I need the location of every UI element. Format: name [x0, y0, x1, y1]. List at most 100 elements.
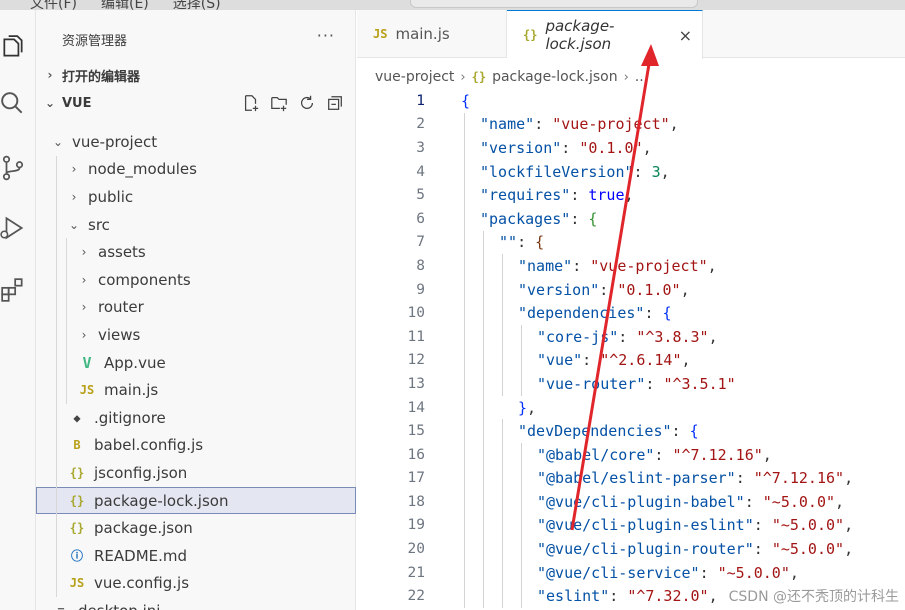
file-item[interactable]: {} package.json — [36, 514, 356, 542]
indent-guide — [464, 560, 465, 585]
line-number: 22 — [407, 588, 425, 605]
folder-item[interactable]: › components — [36, 265, 356, 294]
more-actions-button[interactable]: ··· — [317, 26, 335, 45]
file-item[interactable]: {} package-lock.json — [36, 486, 356, 515]
code-text: "@babel/eslint-parser": "^7.12.16", — [537, 469, 854, 488]
folder-item[interactable]: ⌄ src — [36, 210, 356, 239]
file-item[interactable]: {} jsconfig.json — [36, 459, 356, 487]
code-line: 16 "@babel/core": "^7.12.16", — [357, 442, 905, 467]
babel-icon: B — [73, 438, 81, 453]
indent-guide — [521, 560, 522, 585]
indent-guide — [502, 513, 503, 538]
tree-item-label: App.vue — [104, 353, 166, 372]
indent-guide — [483, 230, 484, 255]
open-editors-section[interactable]: › 打开的编辑器 — [36, 62, 356, 88]
close-icon[interactable]: × — [679, 26, 692, 45]
indent-guide — [521, 490, 522, 514]
indent-guide — [502, 277, 503, 302]
folder-item[interactable]: › node_modules — [36, 155, 356, 184]
code-line: 9 "version": "0.1.0", — [357, 277, 905, 302]
breadcrumb-more[interactable]: ... — [635, 69, 648, 85]
indent-guide — [521, 584, 522, 609]
indent-guide — [464, 277, 465, 302]
tab-main-js[interactable]: JS main.js — [357, 10, 507, 58]
file-tree: ⌄ vue-project › node_modules › public ⌄ src › ass… — [36, 128, 356, 610]
menu-edit[interactable]: 编辑(E) — [101, 0, 149, 10]
file-item[interactable]: JS vue.config.js — [36, 569, 356, 598]
json-file-icon: {} — [523, 28, 538, 42]
indent-guide — [521, 442, 522, 467]
new-file-icon[interactable] — [242, 94, 260, 112]
menu-selection[interactable]: 选择(S) — [173, 0, 221, 10]
folder-item[interactable]: › assets — [36, 238, 356, 266]
menu-file[interactable]: 文件(F) — [30, 0, 77, 10]
refresh-icon[interactable] — [298, 94, 316, 112]
collapse-all-icon[interactable] — [326, 94, 344, 112]
tab-package-lock-json[interactable]: {} package-lock.json × — [507, 10, 703, 59]
indent-guide — [464, 442, 465, 467]
code-line: 21 "@vue/cli-service": "~5.0.0", — [357, 560, 905, 585]
folder-item[interactable]: › router — [36, 293, 356, 322]
indent-guide — [464, 254, 465, 278]
chevron-right-icon: › — [81, 327, 87, 342]
indent-guide — [56, 431, 57, 460]
file-item[interactable]: ◆ .gitignore — [36, 403, 356, 432]
code-text: "eslint": "^7.32.0", — [537, 587, 718, 606]
indent-guide — [502, 490, 503, 514]
indent-guide — [66, 265, 67, 294]
extensions-activity[interactable] — [0, 272, 30, 308]
command-center[interactable] — [410, 0, 698, 8]
vue-file-icon: V — [82, 353, 92, 372]
file-item[interactable]: Bbabel.config.js — [36, 431, 356, 460]
tree-item-label: babel.config.js — [94, 436, 204, 455]
indent-guide — [483, 560, 484, 585]
search-activity[interactable] — [0, 86, 30, 122]
indent-guide — [56, 569, 57, 598]
line-number: 19 — [407, 517, 425, 534]
indent-guide — [483, 537, 484, 561]
chevron-right-icon: › — [460, 69, 466, 85]
line-number: 14 — [407, 399, 425, 416]
indent-guide — [66, 348, 67, 377]
line-number: 5 — [416, 187, 425, 204]
line-number: 13 — [407, 375, 425, 392]
indent-guide — [502, 466, 503, 491]
json-file-icon: {} — [69, 493, 85, 508]
files-icon — [3, 35, 23, 57]
tree-item-label: desktop.ini — [78, 602, 160, 610]
tab-label: package-lock.json — [545, 17, 615, 53]
new-folder-icon[interactable] — [270, 94, 288, 112]
folder-item[interactable]: ⌄ vue-project — [36, 128, 356, 156]
explorer-activity[interactable] — [0, 30, 30, 66]
code-line: 13 "vue-router": "^3.5.1" — [357, 372, 905, 396]
workspace-section[interactable]: ⌄ VUE — [36, 90, 356, 116]
indent-guide — [483, 348, 484, 373]
code-line: 17 "@babel/eslint-parser": "^7.12.16", — [357, 466, 905, 491]
chevron-right-icon: › — [81, 245, 87, 260]
line-number: 4 — [416, 163, 425, 180]
breadcrumb-folder[interactable]: vue-project — [375, 69, 454, 85]
source-control-activity[interactable] — [0, 150, 30, 186]
tree-item-label: README.md — [94, 546, 188, 565]
line-number: 17 — [407, 470, 425, 487]
code-text: "core-js": "^3.8.3", — [537, 327, 718, 346]
git-icon: ◆ — [73, 410, 81, 425]
tree-item-label: src — [88, 215, 110, 234]
line-number: 12 — [407, 352, 425, 369]
indent-guide — [464, 206, 465, 231]
code-editor[interactable]: 1{2 "name": "vue-project", 3 "version": "0.… — [357, 89, 905, 609]
breadcrumb-file[interactable]: package-lock.json — [492, 69, 618, 85]
file-item[interactable]: ≡ desktop.ini — [36, 597, 356, 610]
indent-guide — [66, 293, 67, 322]
file-item[interactable]: JS main.js — [36, 376, 356, 404]
folder-item[interactable]: › public — [36, 183, 356, 211]
explorer-toolbar — [242, 90, 344, 116]
indent-guide — [464, 466, 465, 491]
run-debug-activity[interactable] — [0, 210, 30, 246]
indent-guide — [56, 541, 57, 570]
folder-item[interactable]: › views — [36, 321, 356, 349]
file-item[interactable]: ⓘ README.md — [36, 541, 356, 570]
chevron-right-icon: › — [81, 300, 87, 315]
code-line: 4 "lockfileVersion": 3, — [357, 159, 905, 184]
file-item[interactable]: V App.vue — [36, 348, 356, 377]
